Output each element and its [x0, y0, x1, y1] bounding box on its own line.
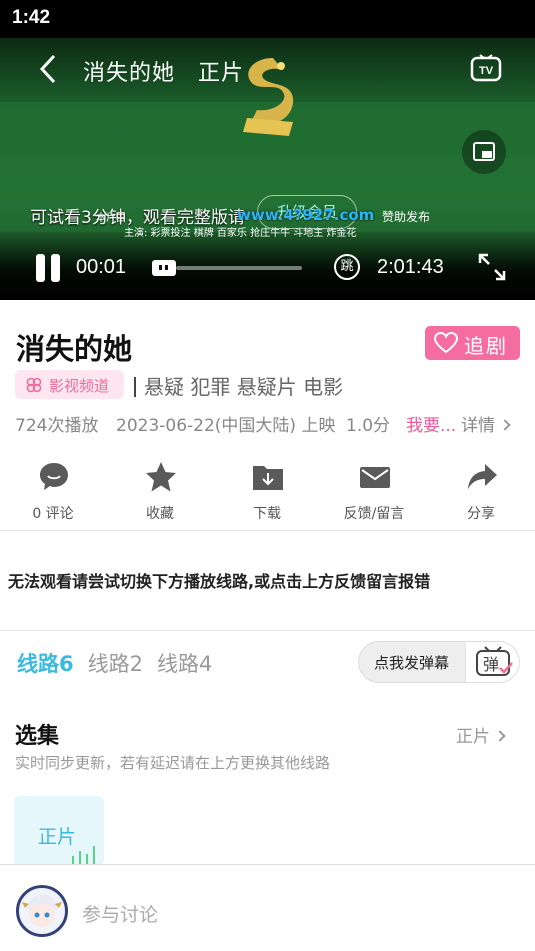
- fullscreen-icon[interactable]: [477, 252, 507, 282]
- mail-icon: [360, 467, 390, 488]
- share-label: 分享: [467, 506, 495, 522]
- comment-button[interactable]: 0 评论: [8, 458, 98, 528]
- tab-route-6[interactable]: 线路6: [17, 652, 74, 676]
- video-player[interactable]: 消失的她 正片 TV 可试看3分钟，观看完整版请 升级会员 本片由 主演: 彩票…: [0, 38, 535, 300]
- tab-route-2[interactable]: 线路2: [88, 652, 143, 676]
- download-label: 下载: [253, 506, 281, 522]
- progress-thumb[interactable]: [152, 260, 176, 276]
- feedback-label: 反馈/留言: [343, 506, 405, 522]
- episodes-title: 选集: [15, 724, 60, 749]
- chevron-right-icon: [494, 730, 506, 742]
- comment-input[interactable]: 参与讨论: [82, 900, 158, 927]
- channel-tag-label: 影视频道: [49, 377, 110, 395]
- channel-tag[interactable]: 影视频道: [15, 370, 124, 399]
- danmu-label: 点我发弹幕: [374, 654, 450, 672]
- score: 1.0分: [346, 416, 391, 436]
- details-label: 详情: [461, 416, 495, 436]
- skip-intro-button[interactable]: 跳: [334, 254, 360, 280]
- episode-label: 正片: [38, 826, 77, 848]
- release-date: 2023-06-22(中国大陆) 上映: [116, 416, 336, 436]
- share-button[interactable]: 分享: [436, 458, 526, 528]
- genre-divider: [134, 377, 136, 397]
- svg-text:TV: TV: [479, 65, 494, 77]
- now-playing-icon: [72, 846, 95, 864]
- download-button[interactable]: 下载: [222, 458, 312, 528]
- action-row: 0 评论 收藏 下载 反馈/留言 分享: [0, 458, 535, 528]
- flower-icon: [26, 377, 42, 393]
- tv-cast-icon[interactable]: TV: [470, 53, 502, 85]
- share-icon: [468, 464, 497, 489]
- follow-button[interactable]: 追剧: [425, 326, 520, 360]
- chevron-right-icon: [499, 419, 511, 431]
- favorite-label: 收藏: [146, 506, 174, 522]
- favorite-button[interactable]: 收藏: [115, 458, 205, 528]
- details-link[interactable]: 详情: [461, 411, 511, 436]
- episode-item[interactable]: 正片: [14, 796, 104, 866]
- picture-in-picture-button[interactable]: [462, 130, 506, 174]
- watermark-sponsor: 赞助发布: [382, 210, 431, 224]
- danmu-icon: 弹: [465, 642, 519, 682]
- back-icon[interactable]: [34, 52, 64, 86]
- download-folder-icon: [253, 466, 283, 490]
- current-time: 00:01: [76, 256, 127, 278]
- pause-button[interactable]: [34, 252, 64, 284]
- episodes-more-link[interactable]: 正片: [456, 722, 506, 747]
- comment-icon: [40, 463, 68, 490]
- meta-row: 724次播放 2023-06-22(中国大陆) 上映 1.0分 我要... 详情: [15, 411, 520, 436]
- video-title: 消失的她 正片: [83, 61, 245, 86]
- progress-bar[interactable]: [176, 266, 302, 270]
- divider: [0, 530, 535, 531]
- avatar[interactable]: [16, 885, 68, 937]
- playback-notice: 无法观看请尝试切换下方播放线路,或点击上方反馈留言报错: [8, 572, 431, 591]
- feedback-button[interactable]: 反馈/留言: [329, 458, 419, 528]
- total-time: 2:01:43: [377, 256, 444, 278]
- heart-icon: [434, 332, 458, 354]
- follow-label: 追剧: [464, 334, 508, 358]
- status-time: 1:42: [12, 7, 51, 28]
- pip-icon: [473, 142, 495, 161]
- divider: [0, 630, 535, 631]
- tab-route-4[interactable]: 线路4: [157, 652, 212, 676]
- status-bar: 1:42: [0, 0, 535, 38]
- route-tabs: 线路6 线路2 线路4: [17, 648, 226, 678]
- play-count: 724次播放: [15, 416, 99, 436]
- genre-list: 悬疑 犯罪 悬疑片 电影: [134, 371, 343, 400]
- genres-text: 悬疑 犯罪 悬疑片 电影: [144, 375, 344, 399]
- watermark-credits: 本片由: [96, 213, 126, 224]
- watermark-cast: 主演: 彩票投注 棋牌 百家乐 抢庄牛牛 斗地主 炸金花: [124, 228, 357, 239]
- send-danmu-button[interactable]: 点我发弹幕 弹: [358, 641, 520, 683]
- episodes-subtitle: 实时同步更新，若有延迟请在上方更换其他线路: [15, 754, 331, 772]
- star-icon: [146, 462, 176, 492]
- comment-label: 0 评论: [32, 506, 74, 522]
- danmu-icon-text: 弹: [483, 655, 499, 674]
- comment-bar: 参与讨论: [0, 864, 535, 951]
- watermark-url: www.4?927.com: [237, 206, 375, 224]
- episodes-more-label: 正片: [456, 727, 490, 747]
- rate-link[interactable]: 我要...: [406, 411, 456, 436]
- movie-title: 消失的她: [16, 332, 133, 366]
